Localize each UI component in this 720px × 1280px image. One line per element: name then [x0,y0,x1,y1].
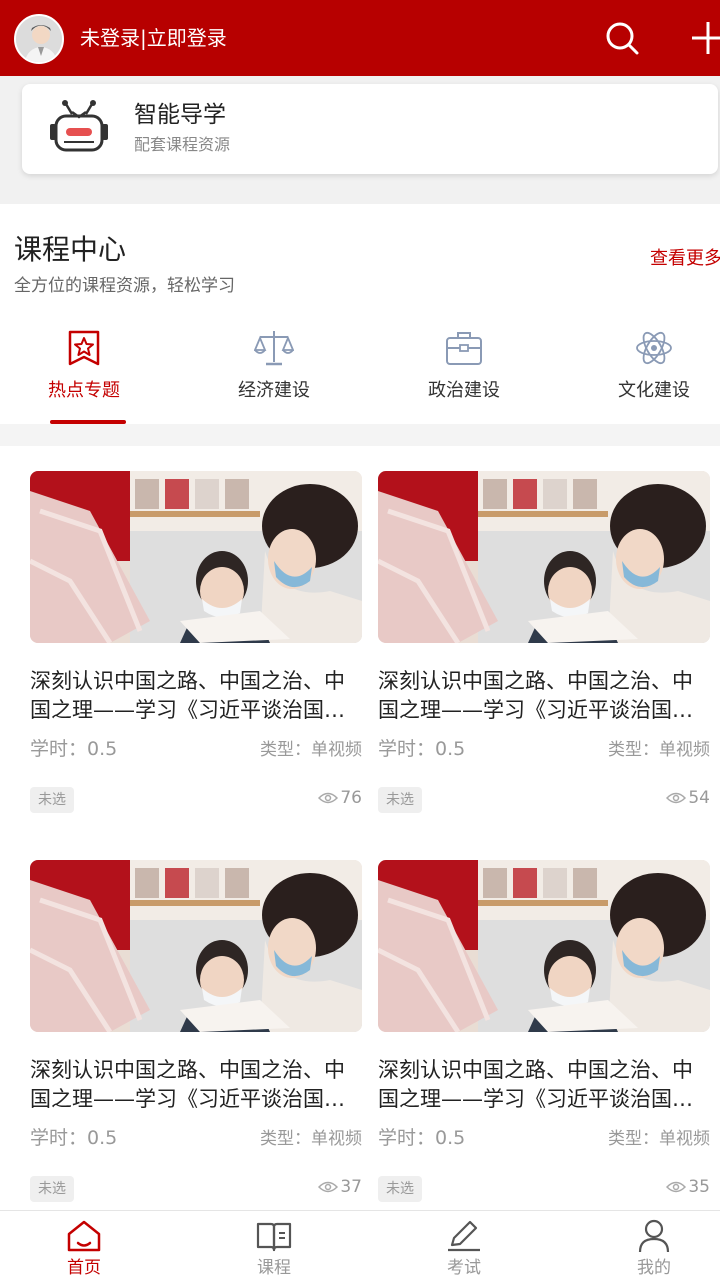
course-card[interactable]: 深刻认识中国之路、中国之治、中国之理——学习《习近平谈治国理政》 学时：0.5 … [378,471,710,821]
category-label: 经济建设 [238,380,310,401]
tab-profile[interactable]: 我的 [594,1217,714,1279]
category-label: 热点专题 [48,380,120,401]
course-thumbnail[interactable] [30,471,362,643]
course-hours: 学时：0.5 [378,1127,466,1149]
course-card[interactable]: 深刻认识中国之路、中国之治、中国之理——学习《习近平谈治国理政》 学时：0.5 … [30,471,362,821]
view-count: 76 [318,785,362,811]
course-type: 类型：单视频 [260,740,362,760]
status-badge: 未选 [378,787,422,813]
smart-card-subtitle: 配套课程资源 [134,135,231,154]
active-tab-indicator [50,420,126,424]
category-label: 文化建设 [618,380,690,401]
course-title[interactable]: 深刻认识中国之路、中国之治、中国之理——学习《习近平谈治国理政》 [378,1056,710,1114]
category-tab-hot-topics[interactable]: 热点专题 [4,328,164,424]
plus-icon[interactable] [688,18,720,58]
briefcase-icon [444,328,484,368]
bottom-tab-bar: 首页 课程 考试 我的 [0,1210,720,1280]
smart-card-title: 智能导学 [134,102,226,128]
tab-label: 我的 [637,1258,671,1278]
view-count-value: 76 [340,788,362,808]
tab-exams[interactable]: 考试 [404,1217,524,1279]
view-count-value: 54 [688,788,710,808]
top-header: 未登录|立即登录 [0,0,720,76]
section-subtitle: 全方位的课程资源，轻松学习 [14,276,235,296]
user-avatar-icon [16,16,62,62]
course-hours: 学时：0.5 [30,1127,118,1149]
course-title[interactable]: 深刻认识中国之路、中国之治、中国之理——学习《习近平谈治国理政》 [30,667,362,725]
view-count: 37 [318,1174,362,1200]
view-more-link[interactable]: 查看更多 [650,246,720,272]
view-count-value: 37 [340,1177,362,1197]
course-hours: 学时：0.5 [30,738,118,760]
atom-icon [634,328,674,368]
tab-label: 首页 [67,1258,101,1278]
smart-guide-card[interactable]: 智能导学 配套课程资源 [22,84,718,174]
search-icon[interactable] [602,18,642,58]
view-count: 54 [666,785,710,811]
course-thumbnail[interactable] [30,860,362,1032]
avatar[interactable] [14,14,64,64]
tab-label: 考试 [447,1258,481,1278]
robot-icon [48,98,110,156]
view-count: 35 [666,1174,710,1200]
pen-icon [446,1219,482,1253]
course-title[interactable]: 深刻认识中国之路、中国之治、中国之理——学习《习近平谈治国理政》 [378,667,710,725]
course-type: 类型：单视频 [608,740,710,760]
home-icon [66,1219,102,1253]
category-tab-economy[interactable]: 经济建设 [194,328,354,424]
course-type: 类型：单视频 [608,1129,710,1149]
eye-icon [666,1181,687,1193]
course-center-section: 课程中心 全方位的课程资源，轻松学习 查看更多 热点专题 经济建设 政治建设 文… [0,204,720,424]
category-label: 政治建设 [428,380,500,401]
status-badge: 未选 [378,1176,422,1202]
status-badge: 未选 [30,1176,74,1202]
eye-icon [666,792,687,804]
course-hours: 学时：0.5 [378,738,466,760]
login-link[interactable]: 未登录|立即登录 [80,24,227,52]
course-type: 类型：单视频 [260,1129,362,1149]
status-badge: 未选 [30,787,74,813]
tab-label: 课程 [257,1258,291,1278]
eye-icon [318,792,339,804]
course-title[interactable]: 深刻认识中国之路、中国之治、中国之理——学习《习近平谈治国理政》 [30,1056,362,1114]
course-card[interactable]: 深刻认识中国之路、中国之治、中国之理——学习《习近平谈治国理政》 学时：0.5 … [378,860,710,1210]
course-card[interactable]: 深刻认识中国之路、中国之治、中国之理——学习《习近平谈治国理政》 学时：0.5 … [30,860,362,1210]
book-icon [256,1219,292,1253]
category-tab-culture[interactable]: 文化建设 [574,328,720,424]
view-count-value: 35 [688,1177,710,1197]
scales-icon [253,328,295,368]
tab-home[interactable]: 首页 [24,1217,144,1279]
flag-star-icon [64,328,104,368]
course-thumbnail[interactable] [378,860,710,1032]
course-thumbnail[interactable] [378,471,710,643]
section-title: 课程中心 [14,233,127,266]
user-icon [636,1219,672,1253]
category-tab-politics[interactable]: 政治建设 [384,328,544,424]
eye-icon [318,1181,339,1193]
tab-courses[interactable]: 课程 [214,1217,334,1279]
course-grid: 深刻认识中国之路、中国之治、中国之理——学习《习近平谈治国理政》 学时：0.5 … [0,446,720,1210]
